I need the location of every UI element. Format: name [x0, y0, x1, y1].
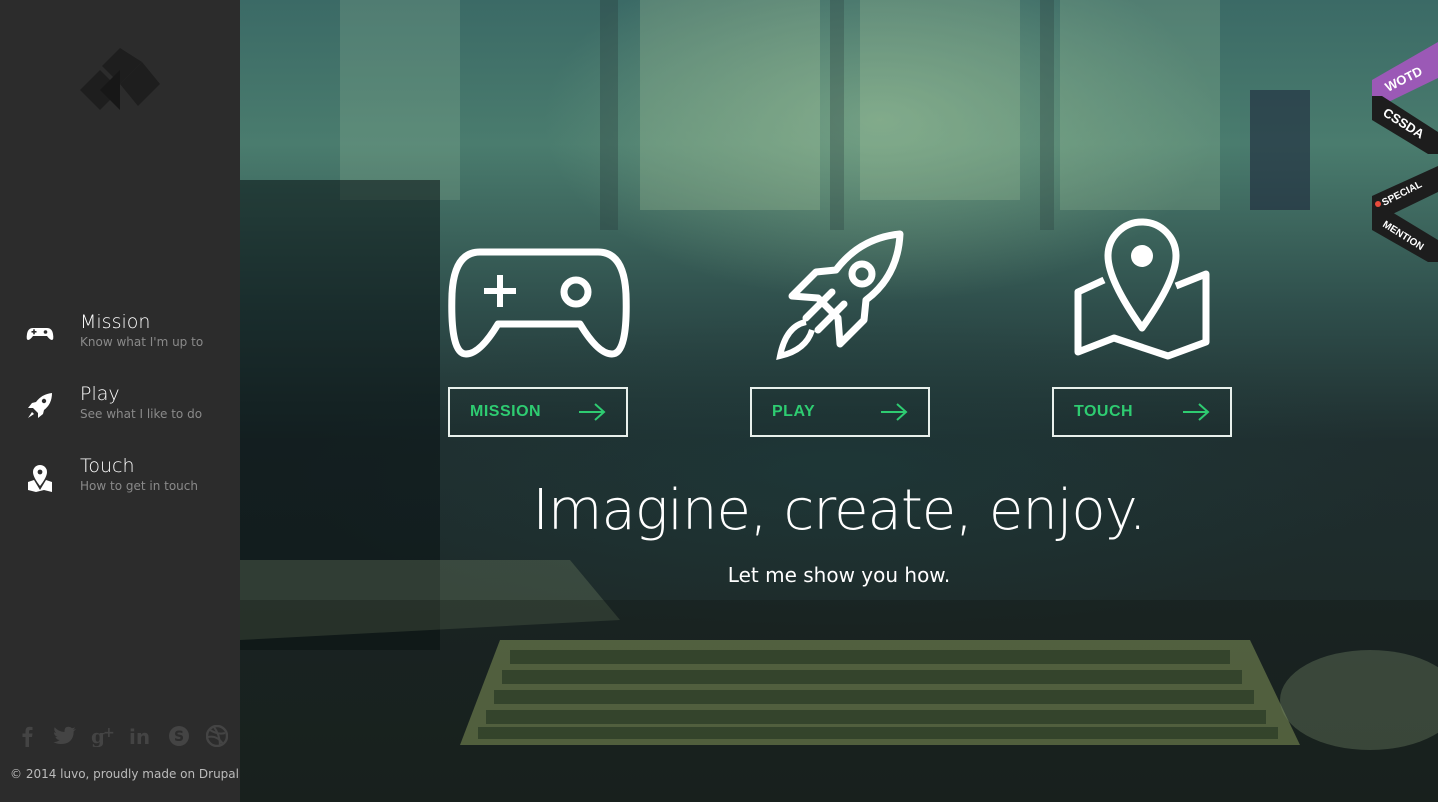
map-pin-icon	[28, 465, 52, 492]
sidebar-nav: Mission Know what I'm up to Play See wha…	[0, 308, 240, 524]
mission-button[interactable]: MISSION	[448, 387, 628, 437]
skype-icon[interactable]: S	[166, 722, 192, 750]
sidebar-item-subtitle: See what I like to do	[80, 407, 203, 421]
sidebar-item-title: Play	[80, 383, 120, 405]
svg-text:S: S	[174, 729, 184, 745]
feature-cards: MISSION PLAY TOUCH	[240, 0, 1438, 802]
cssda-logo-icon	[1375, 201, 1381, 207]
sidebar-item-title: Touch	[80, 455, 135, 477]
arrow-right-icon	[1183, 403, 1210, 421]
rocket-icon	[776, 230, 904, 360]
svg-text:in: in	[129, 725, 150, 747]
google-plus-icon[interactable]: g +	[90, 722, 116, 750]
hero-headline: Imagine, create, enjoy.	[532, 478, 1146, 543]
sidebar-item-subtitle: How to get in touch	[80, 479, 198, 493]
sidebar-item-play[interactable]: Play See what I like to do	[0, 380, 240, 452]
special-mention-ribbon[interactable]: SPECIAL MENTION	[1372, 166, 1438, 262]
play-button[interactable]: PLAY	[750, 387, 930, 437]
gamepad-icon	[448, 248, 630, 358]
dribbble-icon[interactable]	[204, 722, 230, 750]
diamond-logo-icon[interactable]	[80, 44, 160, 112]
cssda-ribbon[interactable]: CSSDA	[1372, 96, 1438, 154]
sidebar-item-touch[interactable]: Touch How to get in touch	[0, 452, 240, 524]
hero-subline: Let me show you how.	[727, 563, 951, 587]
award-ribbons[interactable]: WOTD CSSDA SPECIAL MENTION	[1368, 0, 1438, 270]
linkedin-icon[interactable]: in	[128, 722, 154, 750]
social-links: g + in S	[14, 722, 230, 750]
copyright-text: © 2014 luvo, proudly made on Drupal	[10, 767, 239, 781]
mission-button-label: MISSION	[470, 403, 542, 420]
sidebar-item-title: Mission	[80, 311, 151, 333]
svg-text:+: +	[103, 725, 115, 741]
map-pin-icon	[1074, 218, 1210, 360]
play-button-label: PLAY	[772, 403, 816, 420]
hero-section: MISSION PLAY TOUCH Imagine, create, enjo…	[240, 0, 1438, 802]
rocket-icon	[28, 393, 52, 418]
sidebar-item-mission[interactable]: Mission Know what I'm up to	[0, 308, 240, 380]
sidebar: Mission Know what I'm up to Play See wha…	[0, 0, 240, 802]
touch-button[interactable]: TOUCH	[1052, 387, 1232, 437]
touch-button-label: TOUCH	[1074, 403, 1134, 420]
facebook-icon[interactable]	[14, 722, 40, 750]
twitter-icon[interactable]	[52, 722, 78, 750]
arrow-right-icon	[881, 403, 908, 421]
gamepad-icon	[26, 328, 54, 340]
sidebar-item-subtitle: Know what I'm up to	[80, 335, 204, 349]
arrow-right-icon	[579, 403, 606, 421]
